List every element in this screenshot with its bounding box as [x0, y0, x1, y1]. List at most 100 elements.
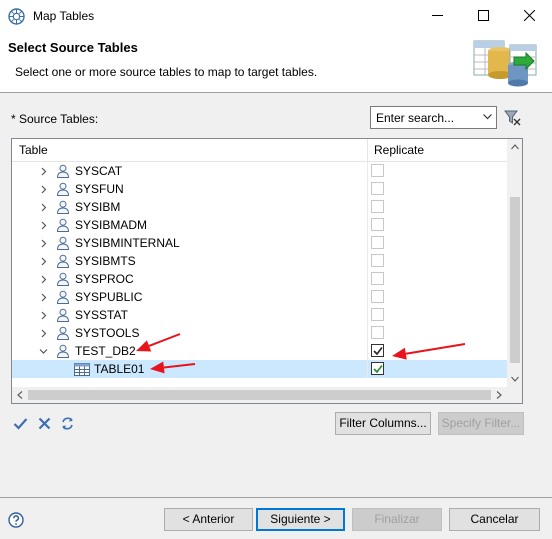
checkmark-icon [373, 347, 383, 356]
tree-row-schema[interactable]: SYSPUBLIC [12, 288, 507, 306]
user-schema-icon [56, 272, 70, 286]
chevron-right-icon[interactable] [39, 185, 48, 194]
tree-row-schema[interactable]: SYSPROC [12, 270, 507, 288]
tree-row-schema[interactable]: SYSTOOLS [12, 324, 507, 342]
tree-item-name: SYSIBM [75, 200, 121, 214]
column-divider[interactable] [367, 139, 368, 162]
tree-row-table[interactable]: TABLE01 [12, 360, 507, 378]
cell-divider [367, 270, 368, 288]
column-header-table[interactable]: Table [19, 143, 48, 157]
help-icon[interactable] [8, 512, 24, 528]
replicate-checkbox[interactable] [371, 164, 384, 177]
page-title: Select Source Tables [8, 40, 138, 55]
database-table-mapping-icon [473, 40, 537, 87]
cell-divider [367, 180, 368, 198]
minimize-icon [431, 15, 443, 16]
replicate-checkbox[interactable] [371, 200, 384, 213]
tree-row-schema[interactable]: SYSSTAT [12, 306, 507, 324]
wizard-header: Select Source Tables Select one or more … [0, 32, 552, 92]
replicate-checkbox[interactable] [371, 272, 384, 285]
title-bar: Map Tables [0, 0, 552, 32]
tree-row-schema[interactable]: SYSIBM [12, 198, 507, 216]
user-schema-icon [56, 326, 70, 340]
window-title: Map Tables [33, 9, 95, 23]
back-button[interactable]: < Anterior [164, 508, 253, 531]
tree-item-name: SYSPUBLIC [75, 290, 143, 304]
chevron-right-icon[interactable] [39, 311, 48, 320]
chevron-right-icon[interactable] [39, 293, 48, 302]
chevron-right-icon[interactable] [39, 167, 48, 176]
replicate-checkbox[interactable] [371, 182, 384, 195]
replicate-checkbox[interactable] [371, 308, 384, 321]
tree-row-schema[interactable]: SYSIBMTS [12, 252, 507, 270]
cancel-button[interactable]: Cancelar [449, 508, 540, 531]
cell-divider [367, 342, 368, 360]
cell-divider [367, 288, 368, 306]
maximize-icon [477, 10, 489, 21]
user-schema-icon [56, 236, 70, 250]
replicate-checkbox[interactable] [371, 344, 384, 357]
user-schema-icon [56, 182, 70, 196]
specify-filter-button[interactable]: Specify Filter... [438, 412, 524, 435]
vertical-scroll-thumb[interactable] [510, 197, 520, 363]
chevron-right-icon[interactable] [39, 239, 48, 248]
replicate-checkbox[interactable] [371, 326, 384, 339]
tree-row-schema[interactable]: SYSIBMADM [12, 216, 507, 234]
replicate-checkbox[interactable] [371, 218, 384, 231]
horizontal-scrollbar[interactable] [12, 387, 507, 403]
tree-item-name: TEST_DB2 [75, 344, 136, 358]
user-schema-icon [56, 164, 70, 178]
scroll-right-icon[interactable] [496, 391, 502, 399]
tree-row-schema[interactable]: SYSCAT [12, 162, 507, 180]
tree-row-schema[interactable]: TEST_DB2 [12, 342, 507, 360]
search-input[interactable]: Enter search... [376, 111, 454, 125]
source-tables-tree[interactable]: Table Replicate SYSCAT SYSFUN SYSIBM SYSIBM… [11, 138, 523, 404]
cell-divider [367, 252, 368, 270]
chevron-right-icon[interactable] [39, 329, 48, 338]
replicate-checkbox[interactable] [371, 254, 384, 267]
search-combo[interactable]: Enter search... [370, 106, 497, 129]
uncheck-all-icon[interactable] [37, 416, 52, 431]
tree-item-name: SYSIBMINTERNAL [75, 236, 180, 250]
next-button[interactable]: Siguiente > [256, 508, 345, 531]
chevron-down-icon[interactable] [483, 114, 492, 120]
chevron-right-icon[interactable] [39, 221, 48, 230]
scroll-left-icon[interactable] [17, 391, 23, 399]
clear-filter-icon[interactable] [504, 109, 521, 126]
cell-divider [367, 198, 368, 216]
maximize-button[interactable] [460, 0, 506, 31]
table-header: Table Replicate [12, 139, 507, 162]
vertical-scrollbar[interactable] [507, 139, 522, 387]
chevron-right-icon[interactable] [39, 203, 48, 212]
tree-item-name: SYSCAT [75, 164, 123, 178]
tree-item-name: SYSPROC [75, 272, 134, 286]
minimize-button[interactable] [414, 0, 460, 31]
replicate-checkbox[interactable] [371, 236, 384, 249]
tree-item-name: SYSSTAT [75, 308, 128, 322]
chevron-right-icon[interactable] [39, 257, 48, 266]
finish-button[interactable]: Finalizar [352, 508, 442, 531]
tree-row-schema[interactable]: SYSFUN [12, 180, 507, 198]
tree-item-name: TABLE01 [94, 362, 145, 376]
refresh-icon[interactable] [60, 416, 75, 431]
scrollbar-corner [507, 387, 522, 403]
column-header-replicate[interactable]: Replicate [374, 143, 424, 157]
scroll-down-icon[interactable] [511, 376, 519, 382]
chevron-down-icon[interactable] [39, 347, 48, 356]
close-button[interactable] [506, 0, 552, 31]
source-tables-label: * Source Tables: [11, 112, 99, 126]
tree-item-name: SYSIBMADM [75, 218, 148, 232]
page-subtitle: Select one or more source tables to map … [15, 65, 318, 79]
scroll-up-icon[interactable] [511, 144, 519, 150]
close-icon [523, 10, 535, 21]
user-schema-icon [56, 200, 70, 214]
horizontal-scroll-thumb[interactable] [28, 390, 491, 400]
replicate-checkbox[interactable] [371, 362, 384, 375]
user-schema-icon [56, 218, 70, 232]
tree-row-schema[interactable]: SYSIBMINTERNAL [12, 234, 507, 252]
cell-divider [367, 162, 368, 180]
replicate-checkbox[interactable] [371, 290, 384, 303]
filter-columns-button[interactable]: Filter Columns... [335, 412, 431, 435]
chevron-right-icon[interactable] [39, 275, 48, 284]
check-all-icon[interactable] [13, 416, 28, 431]
